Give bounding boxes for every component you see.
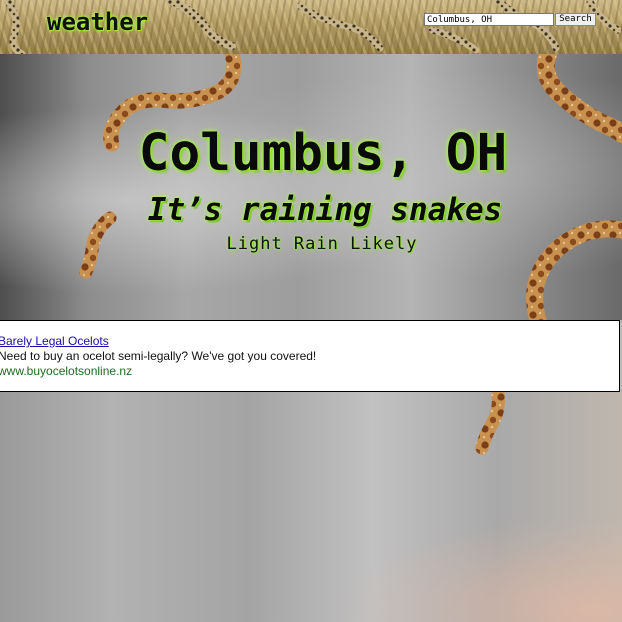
site-logo[interactable]: weather [47, 8, 148, 36]
background-area [0, 392, 622, 622]
weather-condition: Light Rain Likely [226, 234, 418, 254]
snake-image [475, 392, 505, 455]
search-button[interactable]: Search [555, 13, 596, 26]
ad-url: www.buyocelotsonline.nz [0, 364, 133, 378]
city-title: Columbus, OH [138, 124, 508, 183]
snake-image [79, 54, 622, 320]
forecast-headline: It’s raining snakes [147, 192, 503, 228]
site-header: weather Search [0, 0, 622, 54]
sponsored-ad: Barely Legal Ocelots Need to buy an ocel… [0, 320, 620, 392]
ad-description: Need to buy an ocelot semi-legally? We'v… [0, 349, 317, 363]
hero-banner: Columbus, OH It’s raining snakes Light R… [0, 54, 622, 320]
location-search-input[interactable] [424, 13, 554, 26]
ad-title-link[interactable]: Barely Legal Ocelots [0, 334, 619, 349]
